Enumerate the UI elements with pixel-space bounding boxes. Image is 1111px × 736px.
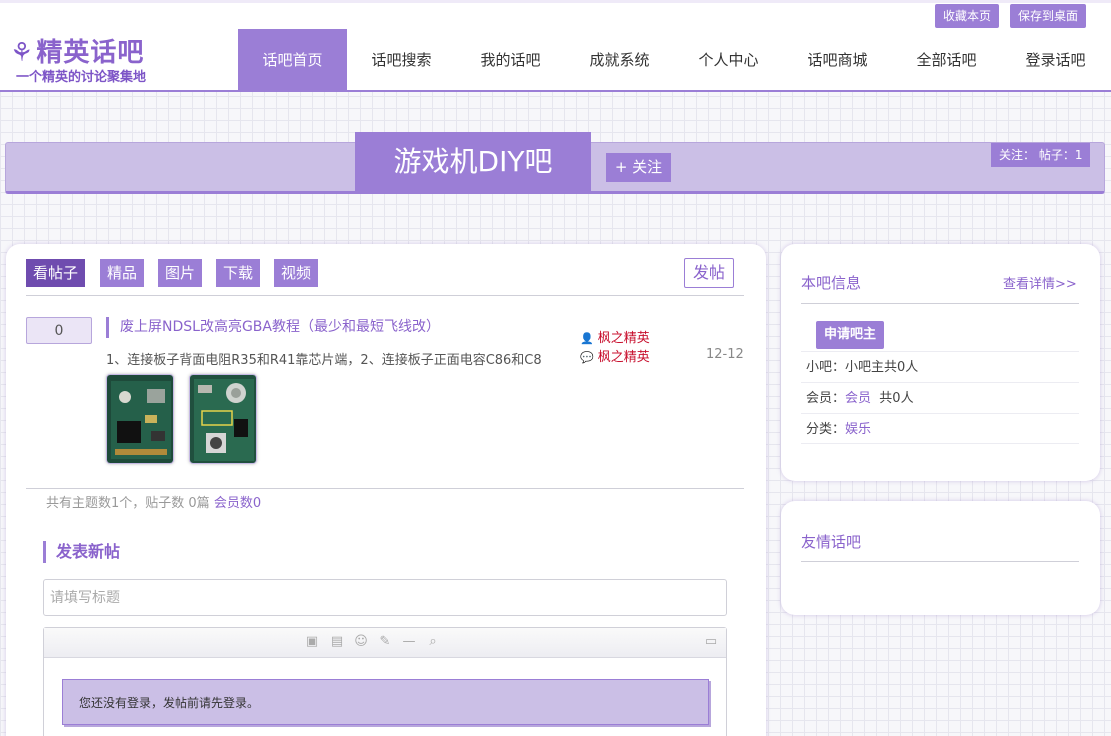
user-icon: 👤 — [580, 332, 594, 345]
insert-image-icon[interactable]: ▣ — [303, 633, 321, 651]
nav-item-home[interactable]: 话吧首页 — [238, 29, 347, 90]
friend-bars-panel — [781, 501, 1100, 615]
tab-threads[interactable]: 看帖子 — [26, 259, 86, 287]
clean-format-icon[interactable]: ✎ — [376, 633, 394, 651]
info-divider — [801, 303, 1079, 304]
tab-videos[interactable]: 视频 — [274, 259, 319, 287]
thread-date: 12-12 — [706, 347, 744, 362]
top-strip — [0, 0, 1111, 3]
nav-item-login[interactable]: 登录话吧 — [1001, 29, 1110, 90]
bar-title: 游戏机DIY吧 — [355, 132, 591, 193]
nav-item-profile[interactable]: 个人中心 — [674, 29, 783, 90]
logo-subtitle: 一个精英的讨论聚集地 — [16, 70, 147, 85]
bar-info-title: 本吧信息 — [801, 274, 862, 292]
bookmark-page-button[interactable]: 收藏本页 — [935, 4, 1000, 28]
category-link[interactable]: 娱乐 — [845, 422, 871, 437]
members-link[interactable]: 会员 — [845, 391, 871, 406]
apply-moderator-button[interactable]: 申请吧主 — [816, 321, 885, 349]
friends-divider — [801, 561, 1079, 562]
thread-thumbnail[interactable] — [106, 374, 174, 464]
info-row-category: 分类：娱乐 — [801, 413, 1079, 444]
site-logo[interactable]: ⚘精英话吧 — [10, 32, 144, 69]
logo-flower-icon: ⚘ — [10, 38, 35, 68]
thread-thumbnail[interactable] — [189, 374, 257, 464]
circuit-board-image — [190, 375, 256, 463]
reply-count-badge: 0 — [26, 317, 92, 344]
nav-item-my-bars[interactable]: 我的话吧 — [456, 29, 565, 90]
new-post-button[interactable]: 发帖 — [684, 258, 734, 288]
circuit-board-image — [107, 375, 173, 463]
logo-title: 精英话吧 — [36, 38, 145, 68]
thread-author[interactable]: 👤 枫之精英 — [580, 327, 650, 346]
post-title-input[interactable] — [43, 579, 727, 616]
save-to-desktop-button[interactable]: 保存到桌面 — [1010, 4, 1087, 28]
follow-button[interactable]: + 关注 — [606, 153, 671, 182]
insert-file-icon[interactable]: ▤ — [328, 633, 346, 651]
horizontal-rule-icon[interactable]: — — [400, 633, 418, 651]
nav-item-search[interactable]: 话吧搜索 — [347, 29, 456, 90]
find-icon[interactable]: ⌕ — [424, 633, 442, 651]
thread-list-divider — [26, 488, 744, 489]
fullscreen-icon[interactable]: ▭ — [702, 633, 720, 651]
login-required-notice: 您还没有登录，发帖前请先登录。 — [62, 679, 709, 725]
nav-item-achievements[interactable]: 成就系统 — [565, 29, 674, 90]
view-details-link[interactable]: 查看详情>> — [1003, 273, 1077, 292]
nav-item-shop[interactable]: 话吧商城 — [783, 29, 892, 90]
main-nav: 话吧首页 话吧搜索 我的话吧 成就系统 个人中心 话吧商城 全部话吧 登录话吧 — [238, 29, 1110, 90]
info-row-admins: 小吧：小吧主共0人 — [801, 351, 1079, 382]
tab-downloads[interactable]: 下载 — [216, 259, 261, 287]
bar-totals: 共有主题数1个，贴子数 0篇 会员数0 — [46, 496, 262, 511]
nav-item-all-bars[interactable]: 全部话吧 — [892, 29, 1001, 90]
tab-featured[interactable]: 精品 — [100, 259, 145, 287]
info-row-members: 会员：会员 共0人 — [801, 382, 1079, 413]
tabs-divider — [26, 295, 744, 296]
emoji-icon[interactable]: ☺ — [352, 633, 370, 651]
follow-stats-badge: 关注： 帖子：1 — [991, 143, 1091, 167]
thread-last-reply[interactable]: 💬 枫之精英 — [580, 346, 650, 365]
thread-title-link[interactable]: 废上屏NDSL改高亮GBA教程（最少和最短飞线改） — [106, 317, 440, 338]
comment-icon: 💬 — [580, 351, 594, 364]
new-post-heading: 发表新帖 — [43, 541, 120, 563]
thread-excerpt: 1、连接板子背面电阻R35和R41靠芯片端，2、连接板子正面电容C86和C8 — [106, 353, 542, 368]
friend-bars-title: 友情话吧 — [801, 533, 862, 551]
member-count-link[interactable]: 会员数0 — [214, 496, 261, 511]
tab-images[interactable]: 图片 — [158, 259, 203, 287]
